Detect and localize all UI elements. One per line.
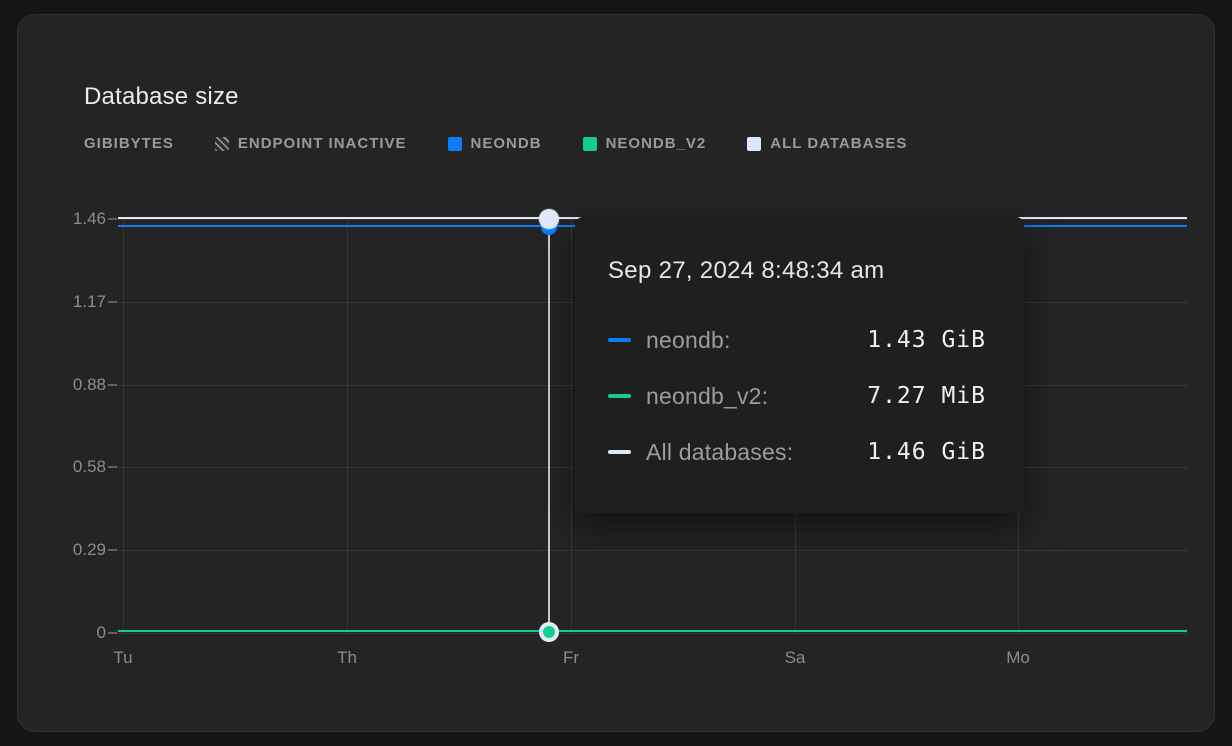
all-databases-dash-icon: [608, 450, 631, 454]
tooltip-timestamp: Sep 27, 2024 8:48:34 am: [608, 257, 986, 284]
light-swatch-icon: [747, 137, 761, 151]
legend-item-label: NEONDB: [471, 135, 542, 152]
tooltip-row: All databases: 1.46 GiB: [608, 436, 986, 468]
unit-label: GIBIBYTES: [84, 135, 174, 152]
y-tick: [108, 384, 117, 386]
x-tick-label: Fr: [541, 648, 601, 668]
legend-item-label: NEONDB_V2: [606, 135, 707, 152]
y-tick-label: 1.17: [44, 292, 106, 312]
legend-item-label: ALL DATABASES: [770, 135, 907, 152]
x-tick-label: Tu: [93, 648, 153, 668]
x-tick-label: Th: [317, 648, 377, 668]
y-tick-label: 0.88: [44, 375, 106, 395]
legend: GIBIBYTES ENDPOINT INACTIVE NEONDB NEOND…: [84, 135, 907, 152]
neondb-dash-icon: [608, 338, 631, 342]
y-tick-label: 0.58: [44, 457, 106, 477]
crosshair-point-neondb-v2: [543, 626, 555, 638]
x-tick-label: Sa: [765, 648, 825, 668]
striped-swatch-icon: [215, 137, 229, 151]
y-tick: [108, 301, 117, 303]
legend-item-all-databases[interactable]: ALL DATABASES: [747, 135, 907, 152]
page: Database size GIBIBYTES ENDPOINT INACTIV…: [0, 0, 1232, 746]
tooltip-row: neondb_v2: 7.27 MiB: [608, 380, 986, 412]
unit-label-text: GIBIBYTES: [84, 135, 174, 152]
y-tick-label: 0.29: [44, 540, 106, 560]
chart-tooltip: Sep 27, 2024 8:48:34 am neondb: 1.43 GiB…: [575, 217, 1024, 513]
tooltip-row-label: neondb:: [646, 327, 731, 354]
legend-item-endpoint-inactive[interactable]: ENDPOINT INACTIVE: [215, 135, 407, 152]
x-tick-label: Mo: [988, 648, 1048, 668]
legend-item-label: ENDPOINT INACTIVE: [238, 135, 407, 152]
crosshair-point-all-databases: [539, 209, 559, 229]
y-tick-label: 0: [44, 623, 106, 643]
blue-swatch-icon: [448, 137, 462, 151]
series-line-neondb-v2: [118, 630, 1187, 632]
tooltip-row: neondb: 1.43 GiB: [608, 324, 986, 356]
crosshair-line: [548, 217, 550, 633]
database-size-card: Database size GIBIBYTES ENDPOINT INACTIV…: [17, 14, 1215, 732]
chart-title: Database size: [84, 83, 239, 111]
tooltip-row-label: neondb_v2:: [646, 383, 768, 410]
neondb-v2-dash-icon: [608, 394, 631, 398]
y-tick-label: 1.46: [44, 209, 106, 229]
y-tick: [108, 632, 117, 634]
tooltip-row-value: 7.27 MiB: [867, 383, 986, 409]
tooltip-row-value: 1.46 GiB: [867, 439, 986, 465]
y-tick: [108, 466, 117, 468]
green-swatch-icon: [583, 137, 597, 151]
tooltip-row-value: 1.43 GiB: [867, 327, 986, 353]
legend-item-neondb[interactable]: NEONDB: [448, 135, 542, 152]
y-tick: [108, 218, 117, 220]
y-tick: [108, 549, 117, 551]
tooltip-row-label: All databases:: [646, 439, 793, 466]
legend-item-neondb-v2[interactable]: NEONDB_V2: [583, 135, 707, 152]
